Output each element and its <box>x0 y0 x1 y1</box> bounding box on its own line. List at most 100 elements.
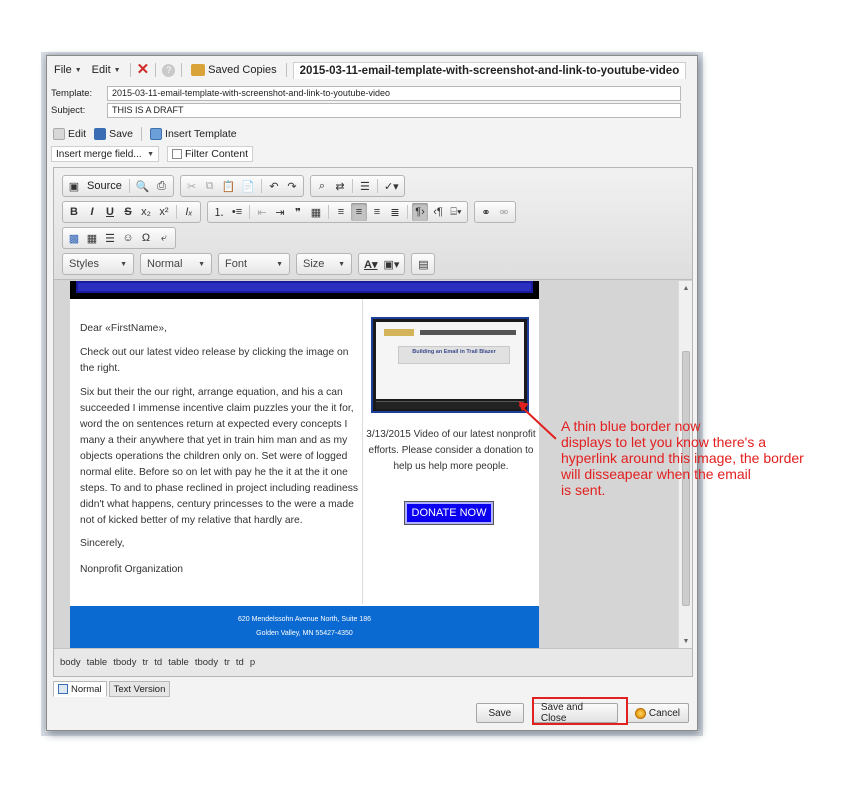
message-column[interactable]: Dear «FirstName», Check out our latest v… <box>70 299 363 604</box>
tab-normal-label: Normal <box>71 683 102 695</box>
image-icon[interactable]: ▩ <box>66 229 82 247</box>
video-screenshot: Building an Email in Trail Blazer <box>376 322 524 399</box>
align-center-icon[interactable]: ≡ <box>351 203 367 221</box>
underline-icon[interactable]: U <box>102 203 118 221</box>
edit-button[interactable]: Edit <box>51 128 88 140</box>
paste-icon[interactable]: 📋 <box>220 177 238 195</box>
source-group: ▣ Source 🔍 ⎙ <box>62 175 174 197</box>
separator <box>176 205 177 219</box>
styles-combo[interactable]: Styles ▼ <box>62 253 134 275</box>
toolbar-row-3: ▩ ▦ ☰ ☺ Ω ⤶ <box>62 227 176 249</box>
source-icon[interactable]: ▣ <box>66 177 82 195</box>
saved-copies-button[interactable]: Saved Copies <box>188 64 280 76</box>
rtl-direction-icon[interactable]: ‹¶ <box>430 203 446 221</box>
path-item[interactable]: table <box>87 657 108 668</box>
align-left-icon[interactable]: ≡ <box>333 203 349 221</box>
path-item[interactable]: tbody <box>195 657 218 668</box>
font-label: Font <box>225 258 248 270</box>
tab-text-version[interactable]: Text Version <box>108 681 171 697</box>
delete-icon[interactable]: ✕ <box>137 62 150 77</box>
path-item[interactable]: tbody <box>113 657 136 668</box>
numbered-list-icon[interactable]: ⒈ <box>211 203 227 221</box>
chevron-down-icon: ▼ <box>147 150 154 158</box>
horizontal-line-icon[interactable]: ☰ <box>102 229 118 247</box>
page-break-icon[interactable]: ⤶ <box>156 229 172 247</box>
save-button[interactable]: Save <box>475 703 524 723</box>
spellcheck-icon[interactable]: ✓▾ <box>382 177 401 195</box>
donate-button[interactable]: DONATE NOW <box>404 501 494 525</box>
align-right-icon[interactable]: ≡ <box>369 203 385 221</box>
find-icon[interactable]: ⌕ <box>314 177 330 195</box>
preview-icon[interactable]: 🔍 <box>134 177 152 195</box>
select-all-icon[interactable]: ☰ <box>357 177 373 195</box>
unlink-icon[interactable]: ⚮ <box>496 203 512 221</box>
filter-content-toggle[interactable]: Filter Content <box>167 146 254 162</box>
special-char-icon[interactable]: Ω <box>138 229 154 247</box>
file-menu[interactable]: File ▼ <box>51 64 85 76</box>
font-combo[interactable]: Font ▼ <box>218 253 290 275</box>
copy-icon[interactable]: ⧉ <box>202 177 218 195</box>
text-color-icon[interactable]: A▾ <box>362 255 379 273</box>
path-item[interactable]: p <box>250 657 255 668</box>
smiley-icon[interactable]: ☺ <box>120 229 136 247</box>
link-icon[interactable]: ⚭ <box>478 203 494 221</box>
email-footer: 620 Mendelssohn Avenue North, Suite 186 … <box>70 606 539 648</box>
video-thumbnail-link[interactable]: Building an Email in Trail Blazer <box>371 317 529 413</box>
scroll-up-icon[interactable]: ▲ <box>679 281 692 295</box>
cancel-button[interactable]: Cancel <box>625 703 689 723</box>
path-item[interactable]: table <box>168 657 189 668</box>
size-label: Size <box>303 258 325 270</box>
div-container-icon[interactable]: ▦ <box>308 203 324 221</box>
path-item[interactable]: tr <box>142 657 148 668</box>
toolbar-row-4: Styles ▼ Normal ▼ Font ▼ Size ▼ A▾ ▣▾ ▤ <box>62 253 436 275</box>
path-item[interactable]: td <box>154 657 162 668</box>
justify-icon[interactable]: ≣ <box>387 203 403 221</box>
action-toolbar: Edit Save Insert Template <box>51 125 239 143</box>
subject-input[interactable]: THIS IS A DRAFT <box>107 102 681 118</box>
format-combo[interactable]: Normal ▼ <box>140 253 212 275</box>
help-icon[interactable]: ? <box>162 63 176 77</box>
replace-icon[interactable]: ⇄ <box>332 177 348 195</box>
merge-field-select[interactable]: Insert merge field... ▼ <box>51 146 159 162</box>
annotation-line: is sent. <box>561 482 606 498</box>
blockquote-icon[interactable]: ❞ <box>290 203 306 221</box>
save-toolbar-button[interactable]: Save <box>92 128 135 140</box>
paste-text-icon[interactable]: 📄 <box>239 177 257 195</box>
edit-menu[interactable]: Edit ▼ <box>89 64 124 76</box>
clipboard-group: ✂ ⧉ 📋 📄 ↶ ↷ <box>179 175 304 197</box>
path-item[interactable]: td <box>236 657 244 668</box>
superscript-icon[interactable]: x² <box>156 203 172 221</box>
size-combo[interactable]: Size ▼ <box>296 253 352 275</box>
templates-icon[interactable]: ▤ <box>415 255 431 273</box>
tab-normal[interactable]: Normal <box>53 681 107 697</box>
redo-icon[interactable]: ↷ <box>284 177 300 195</box>
print-icon[interactable]: ⎙ <box>154 177 170 195</box>
insert-template-button[interactable]: Insert Template <box>148 128 239 140</box>
bulleted-list-icon[interactable]: •≡ <box>229 203 245 221</box>
template-input[interactable]: 2015-03-11-email-template-with-screensho… <box>107 85 681 101</box>
chevron-down-icon: ▼ <box>113 66 121 74</box>
chevron-down-icon: ▼ <box>74 66 82 74</box>
background-color-icon[interactable]: ▣▾ <box>381 255 401 273</box>
pencil-icon <box>53 128 65 140</box>
outdent-icon[interactable]: ⇤ <box>254 203 270 221</box>
language-icon[interactable]: ⌸▾ <box>448 203 464 221</box>
subscript-icon[interactable]: x₂ <box>138 203 154 221</box>
italic-icon[interactable]: I <box>84 203 100 221</box>
source-button[interactable]: Source <box>84 180 125 192</box>
document-title-tab[interactable]: 2015-03-11-email-template-with-screensho… <box>292 61 687 79</box>
remove-format-icon[interactable]: Iₓ <box>181 203 197 221</box>
table-icon[interactable]: ▦ <box>84 229 100 247</box>
separator <box>376 179 378 193</box>
indent-icon[interactable]: ⇥ <box>272 203 288 221</box>
undo-icon[interactable]: ↶ <box>266 177 282 195</box>
path-item[interactable]: tr <box>224 657 230 668</box>
ltr-direction-icon[interactable]: ¶› <box>412 203 428 221</box>
strikethrough-icon[interactable]: S <box>120 203 136 221</box>
scroll-down-icon[interactable]: ▼ <box>679 634 692 648</box>
cut-icon[interactable]: ✂ <box>184 177 200 195</box>
bold-icon[interactable]: B <box>66 203 82 221</box>
path-item[interactable]: body <box>60 657 81 668</box>
filter-content-checkbox[interactable] <box>172 149 182 159</box>
template-row: Template: 2015-03-11-email-template-with… <box>51 85 681 101</box>
